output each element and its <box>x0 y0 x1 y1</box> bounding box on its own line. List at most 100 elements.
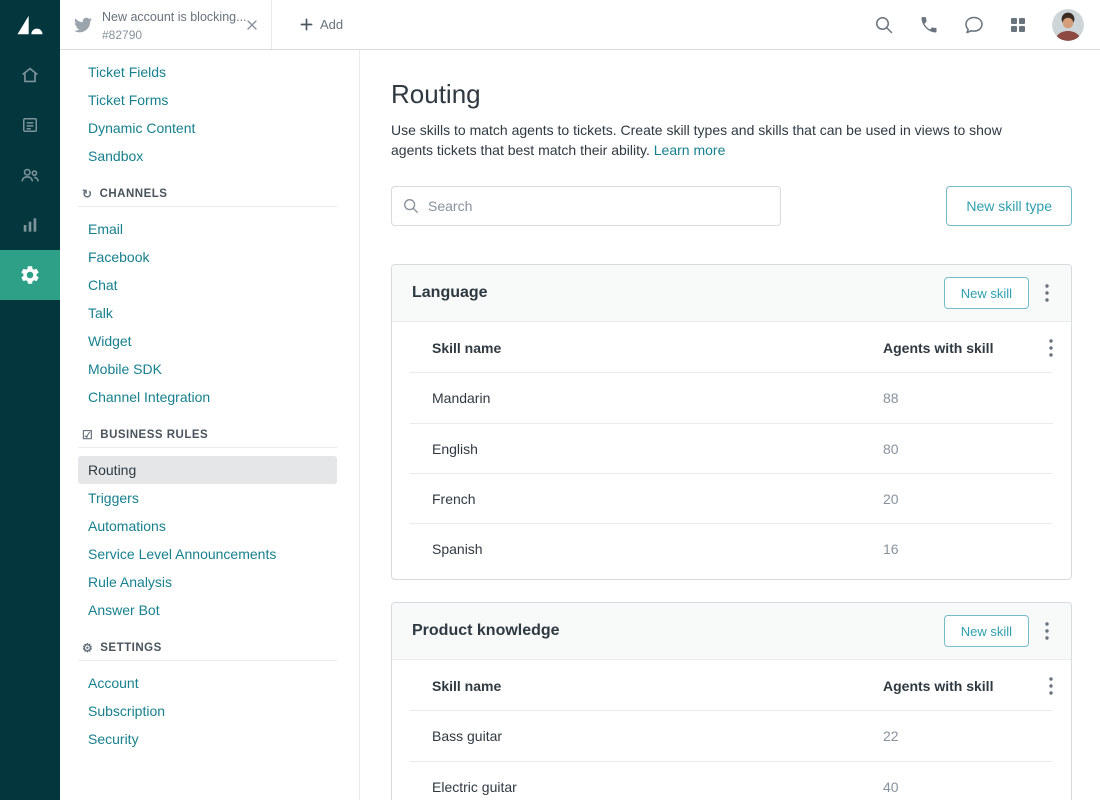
subnav-item[interactable]: Service Level Announcements <box>78 540 337 568</box>
top-bar: New account is blocking... #82790 Add <box>60 0 1100 50</box>
table-row[interactable]: English 80 <box>410 423 1053 473</box>
home-icon[interactable] <box>0 50 60 100</box>
skill-search <box>391 186 781 226</box>
nav-group-icon: ☑ <box>82 429 93 441</box>
subnav-item[interactable]: Answer Bot <box>78 596 337 624</box>
nav-group-header: ↻ CHANNELS <box>82 188 337 200</box>
page-title: Routing <box>391 79 1072 110</box>
subnav-item[interactable]: Facebook <box>78 243 337 271</box>
table-row[interactable]: French 20 <box>410 473 1053 523</box>
new-skill-button[interactable]: New skill <box>944 615 1029 647</box>
skill-type-title: Product knowledge <box>412 622 560 640</box>
skill-name: Electric guitar <box>410 779 883 795</box>
admin-subnav: Ticket FieldsTicket FormsDynamic Content… <box>60 50 360 800</box>
subnav-item[interactable]: Dynamic Content <box>78 114 337 142</box>
nav-group-items: AccountSubscriptionSecurity <box>78 669 337 753</box>
skill-name: Bass guitar <box>410 728 883 744</box>
main-content: Routing Use skills to match agents to ti… <box>361 51 1100 800</box>
learn-more-link[interactable]: Learn more <box>654 142 726 158</box>
column-skill-name: Skill name <box>410 340 883 356</box>
agents-count: 40 <box>883 779 1023 795</box>
views-icon[interactable] <box>0 100 60 150</box>
skill-type-card-header: Product knowledge New skill <box>392 603 1071 660</box>
column-agents-with-skill: Agents with skill <box>883 678 1023 694</box>
nav-group-divider <box>78 660 337 661</box>
agents-count: 16 <box>883 541 1023 557</box>
tab-title: New account is blocking... <box>102 10 247 24</box>
zendesk-logo <box>0 0 60 50</box>
subnav-item[interactable]: Talk <box>78 299 337 327</box>
table-row[interactable]: Mandarin 88 <box>410 373 1053 423</box>
new-skill-type-button[interactable]: New skill type <box>946 186 1072 226</box>
chat-icon[interactable] <box>964 15 984 35</box>
nav-group-items: RoutingTriggersAutomationsService Level … <box>78 456 337 624</box>
subnav-item[interactable]: Widget <box>78 327 337 355</box>
subnav-item[interactable]: Sandbox <box>78 142 337 170</box>
skills-table-header: Skill name Agents with skill <box>410 660 1053 711</box>
subnav-item[interactable]: Channel Integration <box>78 383 337 411</box>
skill-type-cards: Language New skill Skill name Agents wit… <box>391 264 1072 800</box>
close-tab-icon[interactable] <box>243 16 261 34</box>
nav-group-items: EmailFacebookChatTalkWidgetMobile SDKCha… <box>78 215 337 411</box>
ticket-tab[interactable]: New account is blocking... #82790 <box>60 0 272 49</box>
subnav-item[interactable]: Chat <box>78 271 337 299</box>
search-icon[interactable] <box>874 15 894 35</box>
skill-rows: Mandarin 88 English 80 French 20 Spanish… <box>410 373 1053 573</box>
nav-group: ↻ CHANNELS EmailFacebookChatTalkWidgetMo… <box>78 188 337 411</box>
nav-group: ⚙ SETTINGS AccountSubscriptionSecurity <box>78 642 337 753</box>
user-avatar[interactable] <box>1052 9 1084 41</box>
subnav-groups: Ticket FieldsTicket FormsDynamic Content… <box>78 58 337 753</box>
skills-table: Skill name Agents with skill Bass guitar… <box>392 660 1071 800</box>
customers-icon[interactable] <box>0 150 60 200</box>
reporting-icon[interactable] <box>0 200 60 250</box>
nav-group-label: SETTINGS <box>100 642 162 654</box>
skill-name: Mandarin <box>410 390 883 406</box>
search-input[interactable] <box>391 186 781 226</box>
nav-group-header: ☑ BUSINESS RULES <box>82 429 337 441</box>
subnav-item[interactable]: Email <box>78 215 337 243</box>
agents-count: 20 <box>883 491 1023 507</box>
add-label: Add <box>320 17 343 32</box>
skill-type-card: Language New skill Skill name Agents wit… <box>391 264 1072 580</box>
plus-icon <box>300 18 313 31</box>
agents-count: 80 <box>883 441 1023 457</box>
nav-group-icon: ↻ <box>82 188 93 200</box>
nav-group-header: ⚙ SETTINGS <box>82 642 337 654</box>
skill-name: English <box>410 441 883 457</box>
subnav-item[interactable]: Rule Analysis <box>78 568 337 596</box>
subnav-item[interactable]: Ticket Forms <box>78 86 337 114</box>
nav-group-label: BUSINESS RULES <box>100 429 208 441</box>
phone-icon[interactable] <box>919 15 939 35</box>
skill-type-card-header: Language New skill <box>392 265 1071 322</box>
toolbar: New skill type <box>391 186 1072 226</box>
table-row[interactable]: Bass guitar 22 <box>410 711 1053 761</box>
skill-type-title: Language <box>412 284 488 302</box>
subnav-item[interactable]: Routing <box>78 456 337 484</box>
card-overflow-menu-icon[interactable] <box>1045 284 1049 302</box>
add-tab-button[interactable]: Add <box>294 16 349 33</box>
apps-grid-icon[interactable] <box>1009 16 1027 34</box>
new-skill-button[interactable]: New skill <box>944 277 1029 309</box>
subnav-item[interactable]: Ticket Fields <box>78 58 337 86</box>
skills-table-header: Skill name Agents with skill <box>410 322 1053 373</box>
table-overflow-menu-icon[interactable] <box>1023 339 1053 357</box>
table-row[interactable]: Spanish 16 <box>410 523 1053 573</box>
nav-group-label: CHANNELS <box>100 188 168 200</box>
agents-count: 88 <box>883 390 1023 406</box>
tab-ticket-id: #82790 <box>102 28 233 42</box>
skills-table: Skill name Agents with skill Mandarin 88… <box>392 322 1071 579</box>
subnav-item[interactable]: Subscription <box>78 697 337 725</box>
nav-group: ☑ BUSINESS RULES RoutingTriggersAutomati… <box>78 429 337 624</box>
subnav-item[interactable]: Security <box>78 725 337 753</box>
twitter-icon <box>74 16 92 34</box>
table-overflow-menu-icon[interactable] <box>1023 677 1053 695</box>
subnav-item[interactable]: Mobile SDK <box>78 355 337 383</box>
admin-gear-icon[interactable] <box>0 250 60 300</box>
table-row[interactable]: Electric guitar 40 <box>410 761 1053 800</box>
subnav-item[interactable]: Triggers <box>78 484 337 512</box>
product-rail <box>0 0 60 800</box>
nav-group: Ticket FieldsTicket FormsDynamic Content… <box>78 58 337 170</box>
subnav-item[interactable]: Automations <box>78 512 337 540</box>
subnav-item[interactable]: Account <box>78 669 337 697</box>
card-overflow-menu-icon[interactable] <box>1045 622 1049 640</box>
